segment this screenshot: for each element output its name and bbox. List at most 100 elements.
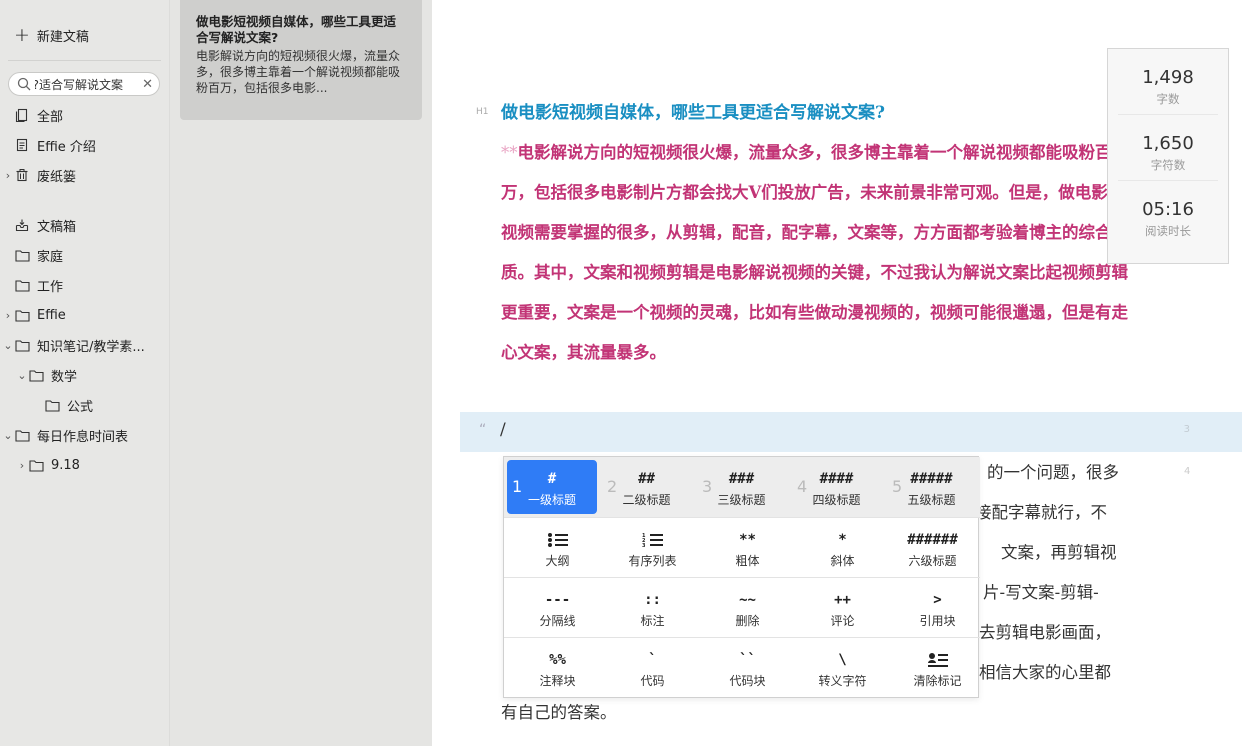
sidebar-item-918[interactable]: › 9.18 [14, 453, 80, 477]
blockquote-symbol: > [933, 592, 942, 608]
menu-item-h6[interactable]: ###### 六级标题 [885, 518, 980, 578]
trash-icon [14, 167, 30, 183]
folder-icon [14, 307, 30, 323]
menu-item-escape[interactable]: \ 转义字符 [795, 638, 890, 698]
search-input[interactable] [35, 77, 123, 91]
sidebar-item-effie-intro[interactable]: Effie 介绍 [0, 133, 96, 157]
menu-row-code: %% 注释块 ` 代码 `` 代码块 \ 转义字符 清除标记 [504, 637, 980, 697]
chevron-right-icon[interactable]: › [2, 309, 14, 322]
shortcut-number: 4 [797, 477, 808, 496]
sidebar-item-inbox[interactable]: 文稿箱 [0, 213, 76, 237]
sidebar-item-label: 9.18 [51, 457, 80, 473]
body-line: 有自己的答案。 [501, 703, 617, 722]
menu-item-label: 转义字符 [818, 674, 867, 688]
chevron-right-icon[interactable]: › [16, 459, 28, 472]
stat-reading-time: 05:16 阅读时长 [1118, 181, 1218, 247]
menu-item-label: 注释块 [539, 674, 576, 688]
divider-symbol: --- [544, 592, 571, 608]
menu-item-outline[interactable]: 大纲 [510, 518, 605, 578]
folder-icon [14, 247, 30, 263]
menu-item-h5[interactable]: 5 ##### 五级标题 [884, 457, 979, 517]
chevron-down-icon[interactable]: ⌄ [2, 339, 14, 352]
document-card[interactable]: 做电影短视频自媒体，哪些工具更适合写解说文案? 电影解说方向的短视频很火爆，流量… [180, 0, 422, 120]
menu-row-headings: 1 # 一级标题 2 ## 二级标题 3 ### 三级标题 4 #### 四级标… [504, 457, 980, 517]
stat-label: 字符数 [1150, 158, 1186, 172]
menu-row-lists: 大纲 123 有序列表 ** 粗体 * 斜体 ###### 六级标题 [504, 517, 980, 577]
italic-symbol: * [838, 532, 847, 548]
bold-symbol: ** [739, 532, 756, 548]
comment-symbol: ++ [834, 592, 851, 608]
sidebar-item-math[interactable]: ⌄ 数学 [14, 363, 77, 387]
menu-item-label: 标注 [640, 614, 665, 628]
menu-item-bold[interactable]: ** 粗体 [700, 518, 795, 578]
stat-value: 05:16 [1142, 199, 1194, 220]
sidebar-item-notes[interactable]: ⌄ 知识笔记/教学素... [0, 333, 145, 357]
chevron-right-icon[interactable]: › [2, 169, 14, 182]
stat-value: 1,650 [1142, 133, 1194, 154]
document-title[interactable]: 做电影短视频自媒体，哪些工具更适合写解说文案? [501, 100, 885, 126]
menu-item-label: 六级标题 [908, 554, 957, 568]
sidebar-item-label: 知识笔记/教学素... [37, 339, 145, 355]
h6-symbol: ###### [907, 532, 958, 548]
menu-item-label: 斜体 [830, 554, 855, 568]
sidebar-item-family[interactable]: 家庭 [0, 243, 63, 267]
menu-item-inline-code[interactable]: ` 代码 [605, 638, 700, 698]
menu-item-h2[interactable]: 2 ## 二级标题 [599, 457, 694, 517]
menu-item-comment[interactable]: ++ 评论 [795, 578, 890, 638]
menu-item-code-block[interactable]: `` 代码块 [700, 638, 795, 698]
bullet-list-icon [510, 531, 605, 549]
divider [8, 60, 161, 61]
stat-word-count: 1,498 字数 [1118, 49, 1218, 115]
sidebar-item-label: 公式 [67, 399, 94, 415]
search-box[interactable]: ✕ [8, 72, 160, 96]
menu-item-label: 有序列表 [628, 554, 677, 568]
menu-item-h4[interactable]: 4 #### 四级标题 [789, 457, 884, 517]
menu-item-label: 删除 [735, 614, 760, 628]
slash-command-text: / [500, 420, 506, 440]
sidebar-item-formula[interactable]: 公式 [30, 393, 93, 417]
clear-search-icon[interactable]: ✕ [142, 77, 153, 92]
menu-item-label: 引用块 [919, 614, 956, 628]
folder-icon [28, 457, 44, 473]
new-doc-button[interactable]: + 新建文稿 [14, 24, 89, 46]
sidebar-item-effie[interactable]: › Effie [0, 303, 66, 327]
menu-item-annotation[interactable]: :: 标注 [605, 578, 700, 638]
sidebar-item-trash[interactable]: › 废纸篓 [0, 163, 76, 187]
shortcut-number: 2 [607, 477, 618, 496]
menu-item-h1[interactable]: 1 # 一级标题 [507, 460, 597, 514]
menu-row-blocks: --- 分隔线 :: 标注 ~~ 删除 ++ 评论 > 引用块 [504, 577, 980, 637]
sidebar-item-all[interactable]: 全部 [0, 103, 63, 127]
menu-item-divider[interactable]: --- 分隔线 [510, 578, 605, 638]
menu-item-ordered-list[interactable]: 123 有序列表 [605, 518, 700, 578]
menu-item-strikethrough[interactable]: ~~ 删除 [700, 578, 795, 638]
sidebar-item-label: 工作 [37, 279, 64, 295]
inline-code-symbol: ` [648, 652, 657, 668]
menu-item-label: 代码块 [729, 674, 766, 688]
current-line[interactable]: “ / 3 [460, 412, 1242, 452]
menu-item-clear-format[interactable]: 清除标记 [890, 638, 985, 698]
menu-item-label: 清除标记 [913, 674, 962, 688]
sidebar-item-schedule[interactable]: ⌄ 每日作息时间表 [0, 423, 128, 447]
sidebar-item-work[interactable]: 工作 [0, 273, 63, 297]
chevron-down-icon[interactable]: ⌄ [16, 369, 28, 382]
escape-symbol: \ [838, 652, 847, 668]
folder-icon [44, 397, 60, 413]
inbox-icon [14, 217, 30, 233]
folder-icon [14, 337, 30, 353]
menu-item-italic[interactable]: * 斜体 [795, 518, 890, 578]
sidebar-item-label: 数学 [51, 369, 78, 385]
sidebar-item-label: Effie 介绍 [37, 139, 96, 155]
chevron-down-icon[interactable]: ⌄ [2, 429, 14, 442]
folder-icon [28, 367, 44, 383]
search-icon [17, 77, 31, 91]
sidebar-item-label: 家庭 [37, 249, 64, 265]
folder-icon [14, 427, 30, 443]
strikethrough-symbol: ~~ [739, 592, 756, 608]
menu-item-blockquote[interactable]: > 引用块 [890, 578, 985, 638]
annotation-symbol: :: [644, 592, 661, 608]
bold-paragraph[interactable]: **电影解说方向的短视频很火爆，流量众多，很多博主靠着一个解说视频都能吸粉百万，… [501, 133, 1131, 373]
line-number: 4 [1184, 466, 1191, 477]
new-doc-label: 新建文稿 [36, 29, 89, 45]
menu-item-h3[interactable]: 3 ### 三级标题 [694, 457, 789, 517]
menu-item-comment-block[interactable]: %% 注释块 [510, 638, 605, 698]
